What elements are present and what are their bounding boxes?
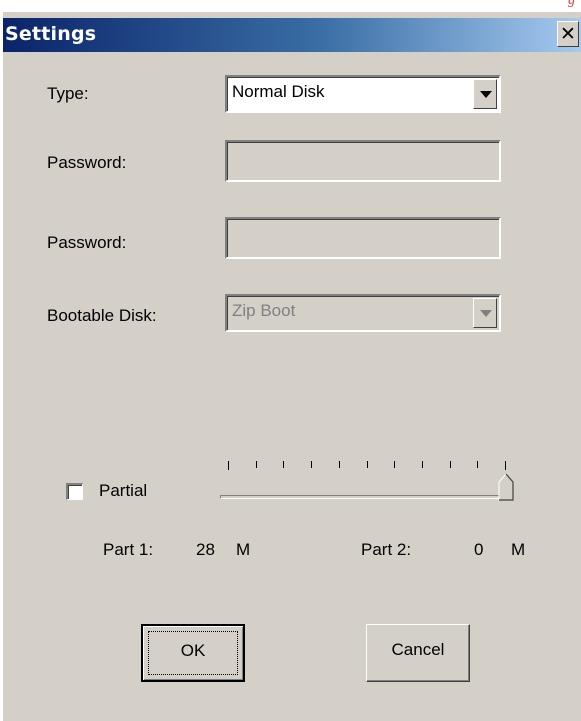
type-label: Type: — [47, 84, 89, 103]
close-button[interactable]: ✕ — [557, 21, 579, 47]
type-select[interactable]: Normal Disk — [225, 75, 501, 113]
part2-unit: M — [511, 540, 526, 559]
close-icon: ✕ — [560, 23, 576, 45]
partition-slider-thumb[interactable] — [498, 472, 518, 502]
part2-label: Part 2: — [361, 540, 412, 559]
password-label: Password: — [47, 153, 127, 172]
chevron-down-icon — [480, 91, 492, 98]
slider-tick — [338, 461, 340, 468]
part1-value: 28 — [196, 540, 215, 559]
bootable-disk-label: Bootable Disk: — [47, 306, 157, 325]
partial-checkbox[interactable] — [66, 483, 83, 500]
password-confirm-label: Password: — [47, 233, 127, 252]
type-select-value: Normal Disk — [232, 82, 325, 101]
part2-value: 0 — [474, 540, 484, 559]
slider-tick — [366, 461, 368, 468]
slider-tick — [283, 461, 285, 468]
slider-tick — [228, 461, 229, 470]
bootable-disk-select[interactable]: Zip Boot — [225, 294, 501, 332]
title-bar[interactable]: Settings ✕ — [3, 18, 581, 52]
bootable-disk-value: Zip Boot — [232, 301, 296, 320]
chevron-down-icon — [480, 310, 492, 317]
ok-button[interactable]: OK — [141, 624, 245, 682]
settings-dialog: Settings ✕ — [0, 12, 581, 721]
part1-label: Part 1: — [103, 540, 154, 559]
slider-tick — [505, 461, 506, 470]
slider-tick — [477, 461, 479, 468]
partial-label[interactable]: Partial — [99, 481, 147, 501]
type-select-dropdown-button[interactable] — [473, 79, 497, 109]
password-confirm-field[interactable] — [225, 217, 501, 259]
part1-unit: M — [236, 540, 251, 559]
slider-tick — [449, 461, 451, 468]
slider-tick — [311, 461, 313, 468]
slider-tick — [394, 461, 396, 468]
slider-tick — [421, 461, 423, 468]
bootable-disk-dropdown-button[interactable] — [473, 298, 497, 328]
ok-button-label: OK — [180, 641, 206, 660]
password-field[interactable] — [225, 140, 501, 182]
dialog-title: Settings — [5, 23, 97, 45]
cancel-button-label: Cancel — [391, 640, 445, 659]
cancel-button[interactable]: Cancel — [366, 624, 470, 682]
background-strip: g — [0, 0, 581, 12]
partition-slider-track[interactable] — [220, 495, 512, 499]
slider-tick — [255, 461, 257, 468]
background-text: g — [568, 0, 575, 8]
